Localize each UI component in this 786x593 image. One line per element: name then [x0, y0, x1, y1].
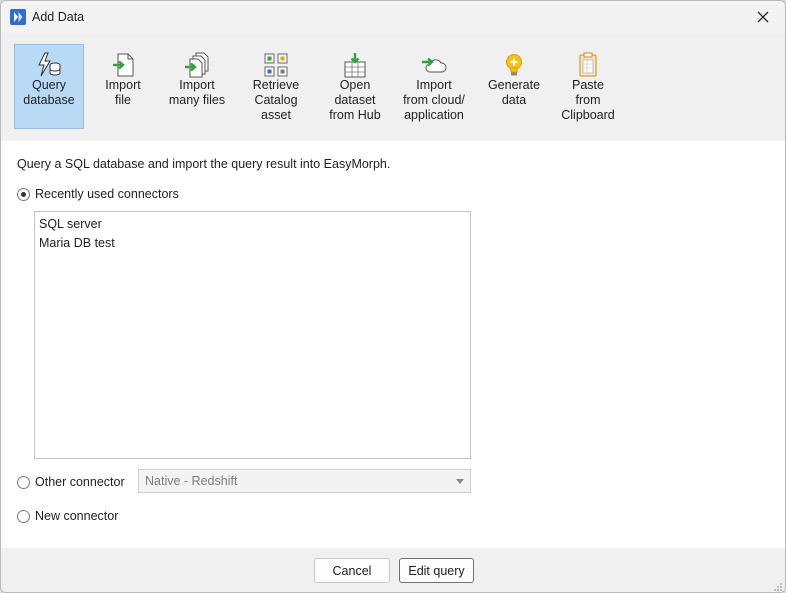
new-connector-radio[interactable]: New connector	[17, 509, 118, 523]
toolbar-query-database[interactable]: Query database	[14, 44, 84, 129]
radio-indicator	[17, 509, 30, 523]
toolbar-retrieve-catalog-asset[interactable]: Retrieve Catalog asset	[247, 44, 305, 129]
toolbar-paste-clipboard[interactable]: Paste from Clipboard	[557, 44, 619, 129]
other-connector-select[interactable]: Native - Redshift	[138, 469, 471, 493]
easymorph-logo-icon	[10, 9, 26, 25]
toolbar-label: Generate data	[487, 78, 541, 107]
content-area: Query a SQL database and import the quer…	[1, 141, 785, 548]
radio-label: Other connector	[35, 475, 125, 489]
toolbar-generate-data[interactable]: Generate data	[484, 44, 544, 129]
edit-query-button[interactable]: Edit query	[399, 558, 474, 583]
radio-label: New connector	[35, 509, 119, 523]
lightbulb-icon	[506, 54, 522, 76]
toolbar-import-many-files[interactable]: Import many files	[163, 44, 231, 129]
import-many-files-icon	[185, 52, 209, 78]
description-text: Query a SQL database and import the quer…	[17, 157, 391, 171]
radio-indicator	[17, 475, 30, 489]
window-title: Add Data	[32, 10, 85, 24]
radio-label: Recently used connectors	[35, 187, 179, 201]
import-file-icon	[113, 53, 134, 77]
recent-connectors-radio[interactable]: Recently used connectors	[17, 187, 179, 201]
toolbar-label: Open dataset from Hub	[329, 78, 381, 122]
chevron-down-icon	[456, 479, 464, 484]
toolbar-label: Paste from Clipboard	[561, 78, 615, 122]
query-database-icon	[38, 52, 61, 77]
toolbar-label: Import from cloud/ application	[403, 78, 465, 122]
list-item[interactable]: Maria DB test	[39, 234, 466, 253]
catalog-asset-icon	[264, 53, 288, 77]
radio-indicator	[17, 187, 30, 201]
source-toolbar: Query database Import file Import many f…	[1, 33, 785, 141]
close-icon	[757, 11, 769, 23]
toolbar-import-cloud[interactable]: Import from cloud/ application	[398, 44, 470, 129]
close-button[interactable]	[741, 1, 785, 33]
cancel-button[interactable]: Cancel	[314, 558, 390, 583]
cloud-import-icon	[422, 57, 447, 73]
toolbar-label: Import many files	[168, 78, 226, 107]
recent-connectors-list[interactable]: SQL server Maria DB test	[34, 211, 471, 459]
hub-dataset-icon	[344, 53, 366, 78]
toolbar-label: Query database	[23, 78, 75, 107]
toolbar-label: Retrieve Catalog asset	[252, 78, 300, 122]
title-bar: Add Data	[1, 1, 785, 33]
toolbar-open-dataset-hub[interactable]: Open dataset from Hub	[323, 44, 387, 129]
toolbar-label: Import file	[105, 78, 141, 107]
other-connector-radio[interactable]: Other connector	[17, 475, 125, 489]
add-data-dialog: Add Data Query database Import file Impo…	[0, 0, 786, 593]
resize-grip-icon[interactable]	[773, 582, 783, 592]
select-value: Native - Redshift	[145, 474, 238, 488]
toolbar-import-file[interactable]: Import file	[95, 44, 151, 129]
clipboard-icon	[579, 52, 597, 77]
dialog-footer: Cancel Edit query	[1, 548, 785, 592]
list-item[interactable]: SQL server	[39, 215, 466, 234]
